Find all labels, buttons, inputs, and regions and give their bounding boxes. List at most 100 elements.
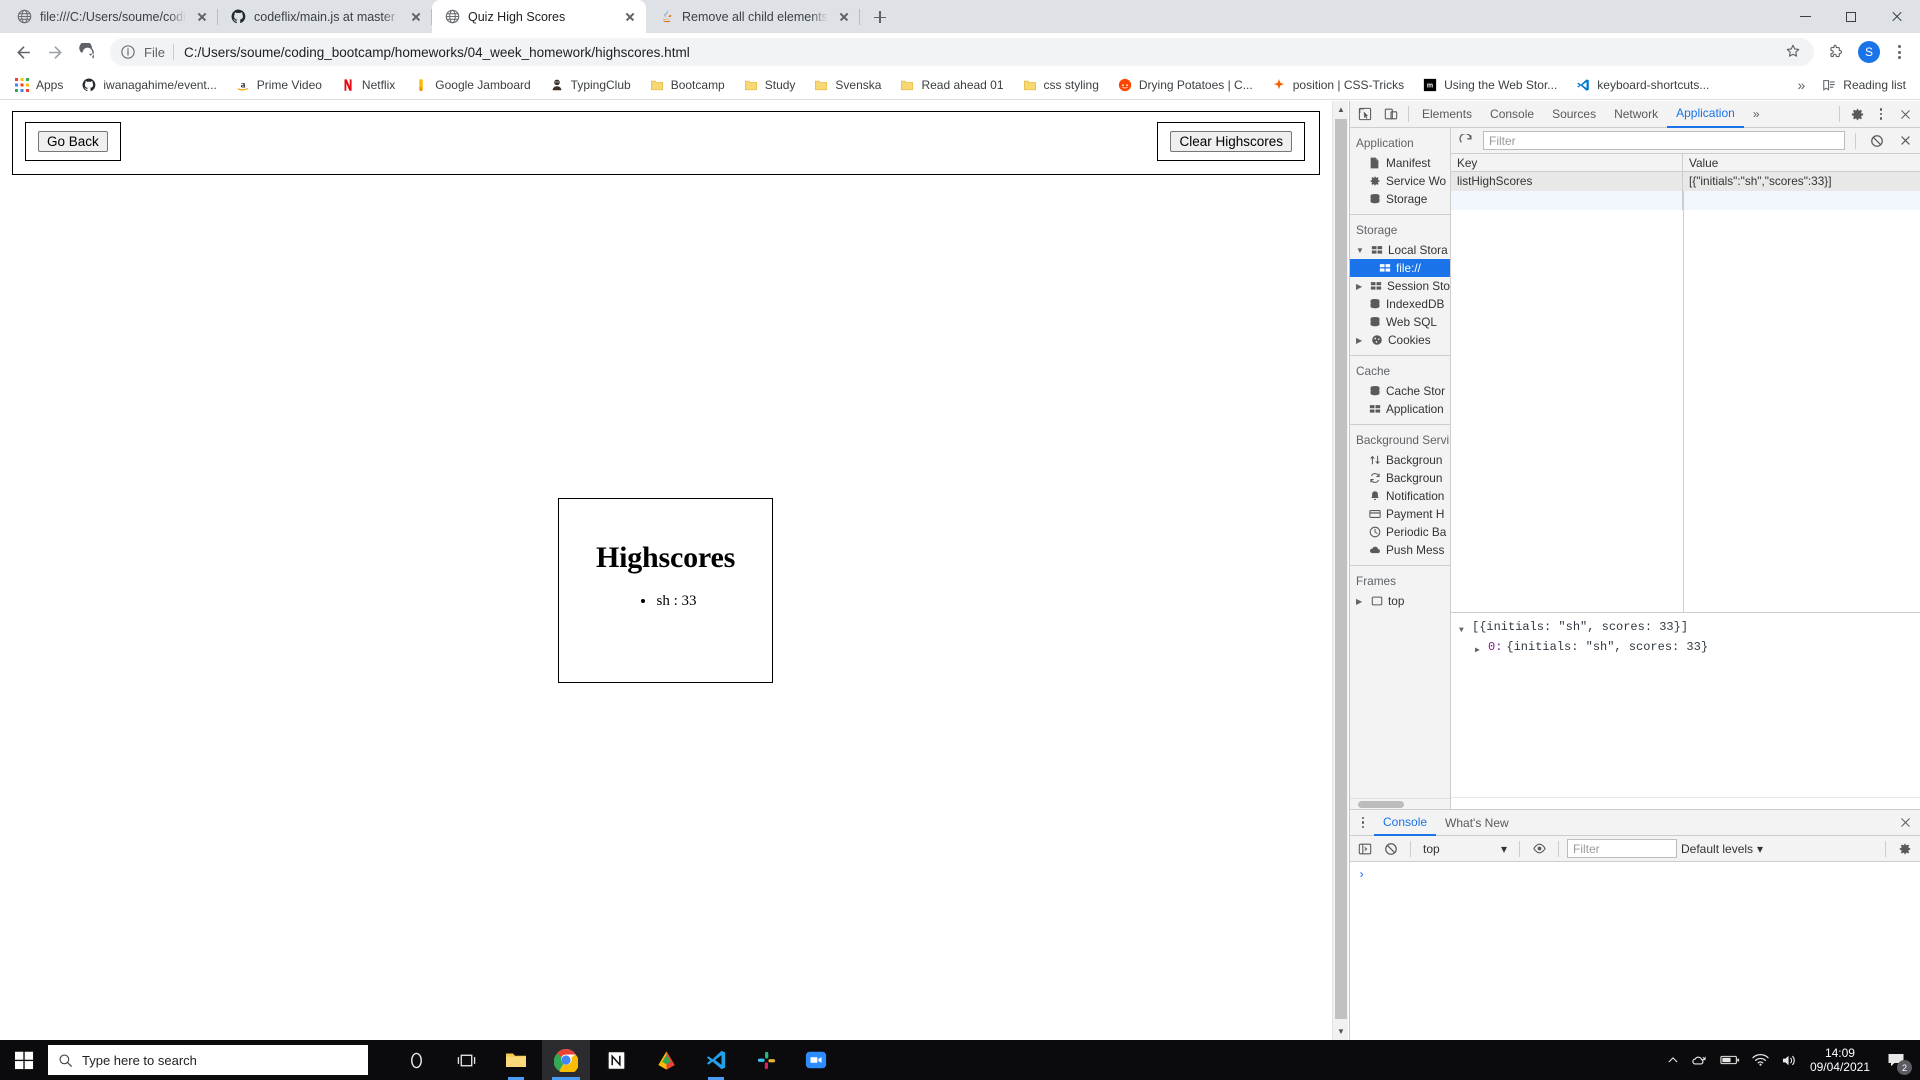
kebab-menu-icon[interactable]	[1352, 817, 1374, 829]
forward-arrow-icon[interactable]	[40, 37, 70, 67]
sidebar-item-manifest[interactable]: Manifest	[1350, 154, 1450, 172]
gear-icon[interactable]	[1844, 102, 1870, 127]
gear-icon[interactable]	[1894, 838, 1916, 860]
chevron-down-icon[interactable]: ▼	[1356, 246, 1365, 255]
sidebar-item-notifications[interactable]: Notification	[1350, 487, 1450, 505]
close-icon[interactable]	[1892, 810, 1918, 835]
chevron-right-icon[interactable]: ▶	[1356, 597, 1365, 606]
bookmark-folder[interactable]: Bootcamp	[641, 74, 733, 96]
column-header-value[interactable]: Value	[1683, 154, 1920, 171]
browser-tab-active[interactable]: Quiz High Scores	[432, 0, 646, 33]
tab-sources[interactable]: Sources	[1543, 101, 1605, 127]
refresh-icon[interactable]	[1455, 130, 1477, 152]
chevron-right-icon[interactable]: ▶	[1356, 282, 1364, 291]
sidebar-item-cache-storage[interactable]: Cache Stor	[1350, 382, 1450, 400]
reading-list-button[interactable]: Reading list	[1813, 74, 1914, 96]
show-hidden-icons-icon[interactable]	[1667, 1054, 1679, 1066]
drawer-tab-whats-new[interactable]: What's New	[1436, 810, 1518, 835]
console-context-selector[interactable]: top ▾	[1419, 842, 1511, 856]
live-expression-icon[interactable]	[1528, 838, 1550, 860]
kebab-menu-icon[interactable]	[1886, 39, 1912, 65]
sidebar-item-payment-handler[interactable]: Payment H	[1350, 505, 1450, 523]
bookmark-item[interactable]: Netflix	[332, 74, 403, 96]
storage-filter-input[interactable]: Filter	[1483, 131, 1845, 150]
chevron-right-icon[interactable]: ▶	[1475, 639, 1484, 659]
bookmarks-overflow-button[interactable]: »	[1792, 74, 1812, 96]
delete-selected-icon[interactable]	[1894, 130, 1916, 152]
close-icon[interactable]	[836, 9, 852, 25]
sidebar-item-background-sync[interactable]: Backgroun	[1350, 469, 1450, 487]
scroll-down-arrow-icon[interactable]: ▼	[1333, 1023, 1348, 1040]
page-scrollbar[interactable]: ▲ ▼	[1332, 101, 1348, 1040]
vscode-icon[interactable]	[692, 1040, 740, 1080]
battery-icon[interactable]	[1720, 1053, 1740, 1067]
search-input[interactable]: Type here to search	[48, 1045, 368, 1075]
bookmark-folder[interactable]: Read ahead 01	[891, 74, 1011, 96]
chrome-icon[interactable]	[542, 1040, 590, 1080]
bookmark-folder[interactable]: Study	[735, 74, 804, 96]
sidebar-item-frame-top[interactable]: ▶ top	[1350, 592, 1450, 610]
new-tab-button[interactable]	[866, 3, 894, 31]
browser-tab[interactable]: codeflix/main.js at master · surajv	[218, 0, 432, 33]
tab-network[interactable]: Network	[1605, 101, 1667, 127]
address-bar[interactable]: File C:/Users/soume/coding_bootcamp/home…	[110, 38, 1814, 66]
sidebar-item-file-origin[interactable]: file://	[1350, 259, 1450, 277]
chevron-right-icon[interactable]: ▶	[1356, 336, 1365, 345]
close-icon[interactable]	[194, 9, 210, 25]
preview-child-row[interactable]: ▶ 0: {initials: "sh", scores: 33}	[1459, 639, 1912, 659]
bookmark-item[interactable]: position | CSS-Tricks	[1263, 74, 1412, 96]
windows-start-icon[interactable]	[0, 1040, 48, 1080]
sidebar-item-application-cache[interactable]: Application	[1350, 400, 1450, 418]
preview-root-row[interactable]: ▼ [{initials: "sh", scores: 33}]	[1459, 619, 1912, 639]
table-row[interactable]: listHighScores [{"initials":"sh","scores…	[1451, 172, 1920, 191]
bookmark-folder[interactable]: css styling	[1014, 74, 1107, 96]
file-explorer-icon[interactable]	[492, 1040, 540, 1080]
onedrive-icon[interactable]	[1691, 1052, 1708, 1069]
sidebar-item-local-storage[interactable]: ▼ Local Stora	[1350, 241, 1450, 259]
sidebar-item-service-workers[interactable]: Service Wo	[1350, 172, 1450, 190]
console-sidebar-icon[interactable]	[1354, 838, 1376, 860]
jamboard-icon[interactable]	[642, 1040, 690, 1080]
bookmark-item[interactable]: Google Jamboard	[405, 74, 538, 96]
browser-tab[interactable]: file:///C:/Users/soume/coding_bo	[4, 0, 218, 33]
devtools-tabs-overflow[interactable]: »	[1744, 101, 1769, 127]
puzzle-icon[interactable]	[1822, 37, 1852, 67]
sidebar-item-web-sql[interactable]: Web SQL	[1350, 313, 1450, 331]
bookmark-item[interactable]: TypingClub	[541, 74, 639, 96]
clock[interactable]: 14:09 09/04/2021	[1810, 1046, 1870, 1074]
back-arrow-icon[interactable]	[8, 37, 38, 67]
bookmark-item[interactable]: iwanagahime/event...	[73, 74, 224, 96]
clear-console-icon[interactable]	[1380, 838, 1402, 860]
close-icon[interactable]	[408, 9, 424, 25]
close-icon[interactable]	[1874, 0, 1920, 33]
bookmark-item[interactable]: a Prime Video	[227, 74, 330, 96]
reload-icon[interactable]	[72, 37, 102, 67]
bookmark-item[interactable]: Drying Potatoes | C...	[1109, 74, 1261, 96]
cortana-icon[interactable]	[392, 1040, 440, 1080]
sidebar-item-push-messaging[interactable]: Push Mess	[1350, 541, 1450, 559]
chevron-down-icon[interactable]: ▼	[1459, 619, 1468, 639]
sidebar-item-background-fetch[interactable]: Backgroun	[1350, 451, 1450, 469]
tab-console[interactable]: Console	[1481, 101, 1543, 127]
clear-all-icon[interactable]	[1866, 130, 1888, 152]
notion-icon[interactable]	[592, 1040, 640, 1080]
preview-horizontal-scrollbar[interactable]	[1451, 797, 1920, 809]
action-center-icon[interactable]: 2	[1882, 1045, 1910, 1075]
sidebar-horizontal-scrollbar[interactable]	[1350, 798, 1451, 809]
console-prompt[interactable]: ›	[1350, 862, 1920, 888]
console-filter-input[interactable]: Filter	[1567, 839, 1677, 858]
sidebar-item-indexeddb[interactable]: IndexedDB	[1350, 295, 1450, 313]
sidebar-item-cookies[interactable]: ▶ Cookies	[1350, 331, 1450, 349]
console-log-levels-selector[interactable]: Default levels ▾	[1681, 842, 1763, 856]
sidebar-item-session-storage[interactable]: ▶ Session Sto	[1350, 277, 1450, 295]
slack-icon[interactable]	[742, 1040, 790, 1080]
bookmark-apps[interactable]: Apps	[6, 74, 71, 96]
volume-icon[interactable]	[1781, 1053, 1798, 1068]
kebab-menu-icon[interactable]	[1870, 108, 1892, 120]
inspect-element-icon[interactable]	[1352, 102, 1378, 127]
sidebar-item-periodic-background-sync[interactable]: Periodic Ba	[1350, 523, 1450, 541]
sidebar-item-storage[interactable]: Storage	[1350, 190, 1450, 208]
wifi-icon[interactable]	[1752, 1053, 1769, 1067]
site-info-icon[interactable]	[120, 43, 138, 61]
task-view-icon[interactable]	[442, 1040, 490, 1080]
